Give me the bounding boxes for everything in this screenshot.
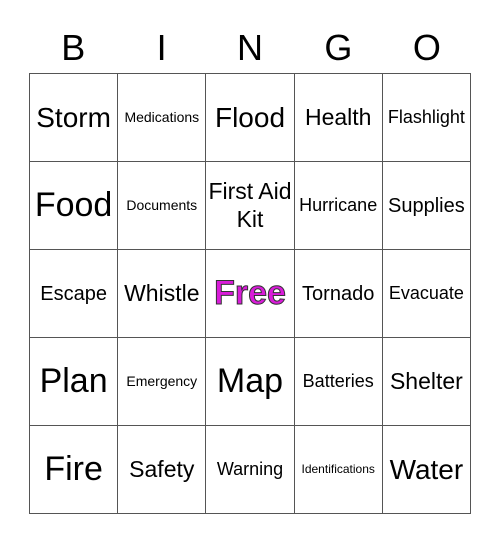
header-letter-b: B: [61, 27, 86, 68]
bingo-cell[interactable]: Identifications: [294, 426, 383, 514]
bingo-cell[interactable]: Hurricane: [294, 162, 383, 250]
header-letter-n: N: [237, 27, 264, 68]
bingo-cell[interactable]: First Aid Kit: [206, 162, 295, 250]
bingo-cell[interactable]: Storm: [30, 74, 119, 162]
bingo-cell[interactable]: Fire: [30, 426, 119, 514]
bingo-cell[interactable]: Whistle: [118, 250, 207, 338]
bingo-grid: Storm Medications Flood Health Flashlight Foo…: [29, 73, 471, 514]
bingo-cell[interactable]: Batteries: [294, 338, 383, 426]
bingo-cell[interactable]: Flood: [206, 74, 295, 162]
header-letter-g: G: [324, 27, 353, 68]
bingo-cell[interactable]: Evacuate: [382, 250, 471, 338]
bingo-header: B I N G O: [29, 24, 471, 72]
header-letter-o: O: [412, 27, 441, 68]
bingo-cell[interactable]: Plan: [30, 338, 119, 426]
header-letter-i: I: [156, 27, 167, 68]
free-space[interactable]: Free: [206, 250, 295, 338]
bingo-cell[interactable]: Map: [206, 338, 295, 426]
bingo-cell[interactable]: Supplies: [382, 162, 471, 250]
bingo-cell[interactable]: Shelter: [382, 338, 471, 426]
bingo-cell[interactable]: Health: [294, 74, 383, 162]
bingo-cell[interactable]: Medications: [118, 74, 207, 162]
bingo-cell[interactable]: Flashlight: [382, 74, 471, 162]
bingo-cell[interactable]: Tornado: [294, 250, 383, 338]
bingo-cell[interactable]: Safety: [118, 426, 207, 514]
bingo-cell[interactable]: Emergency: [118, 338, 207, 426]
bingo-cell[interactable]: Food: [30, 162, 119, 250]
bingo-cell[interactable]: Documents: [118, 162, 207, 250]
bingo-cell[interactable]: Warning: [206, 426, 295, 514]
bingo-cell[interactable]: Water: [382, 426, 471, 514]
bingo-cell[interactable]: Escape: [30, 250, 119, 338]
